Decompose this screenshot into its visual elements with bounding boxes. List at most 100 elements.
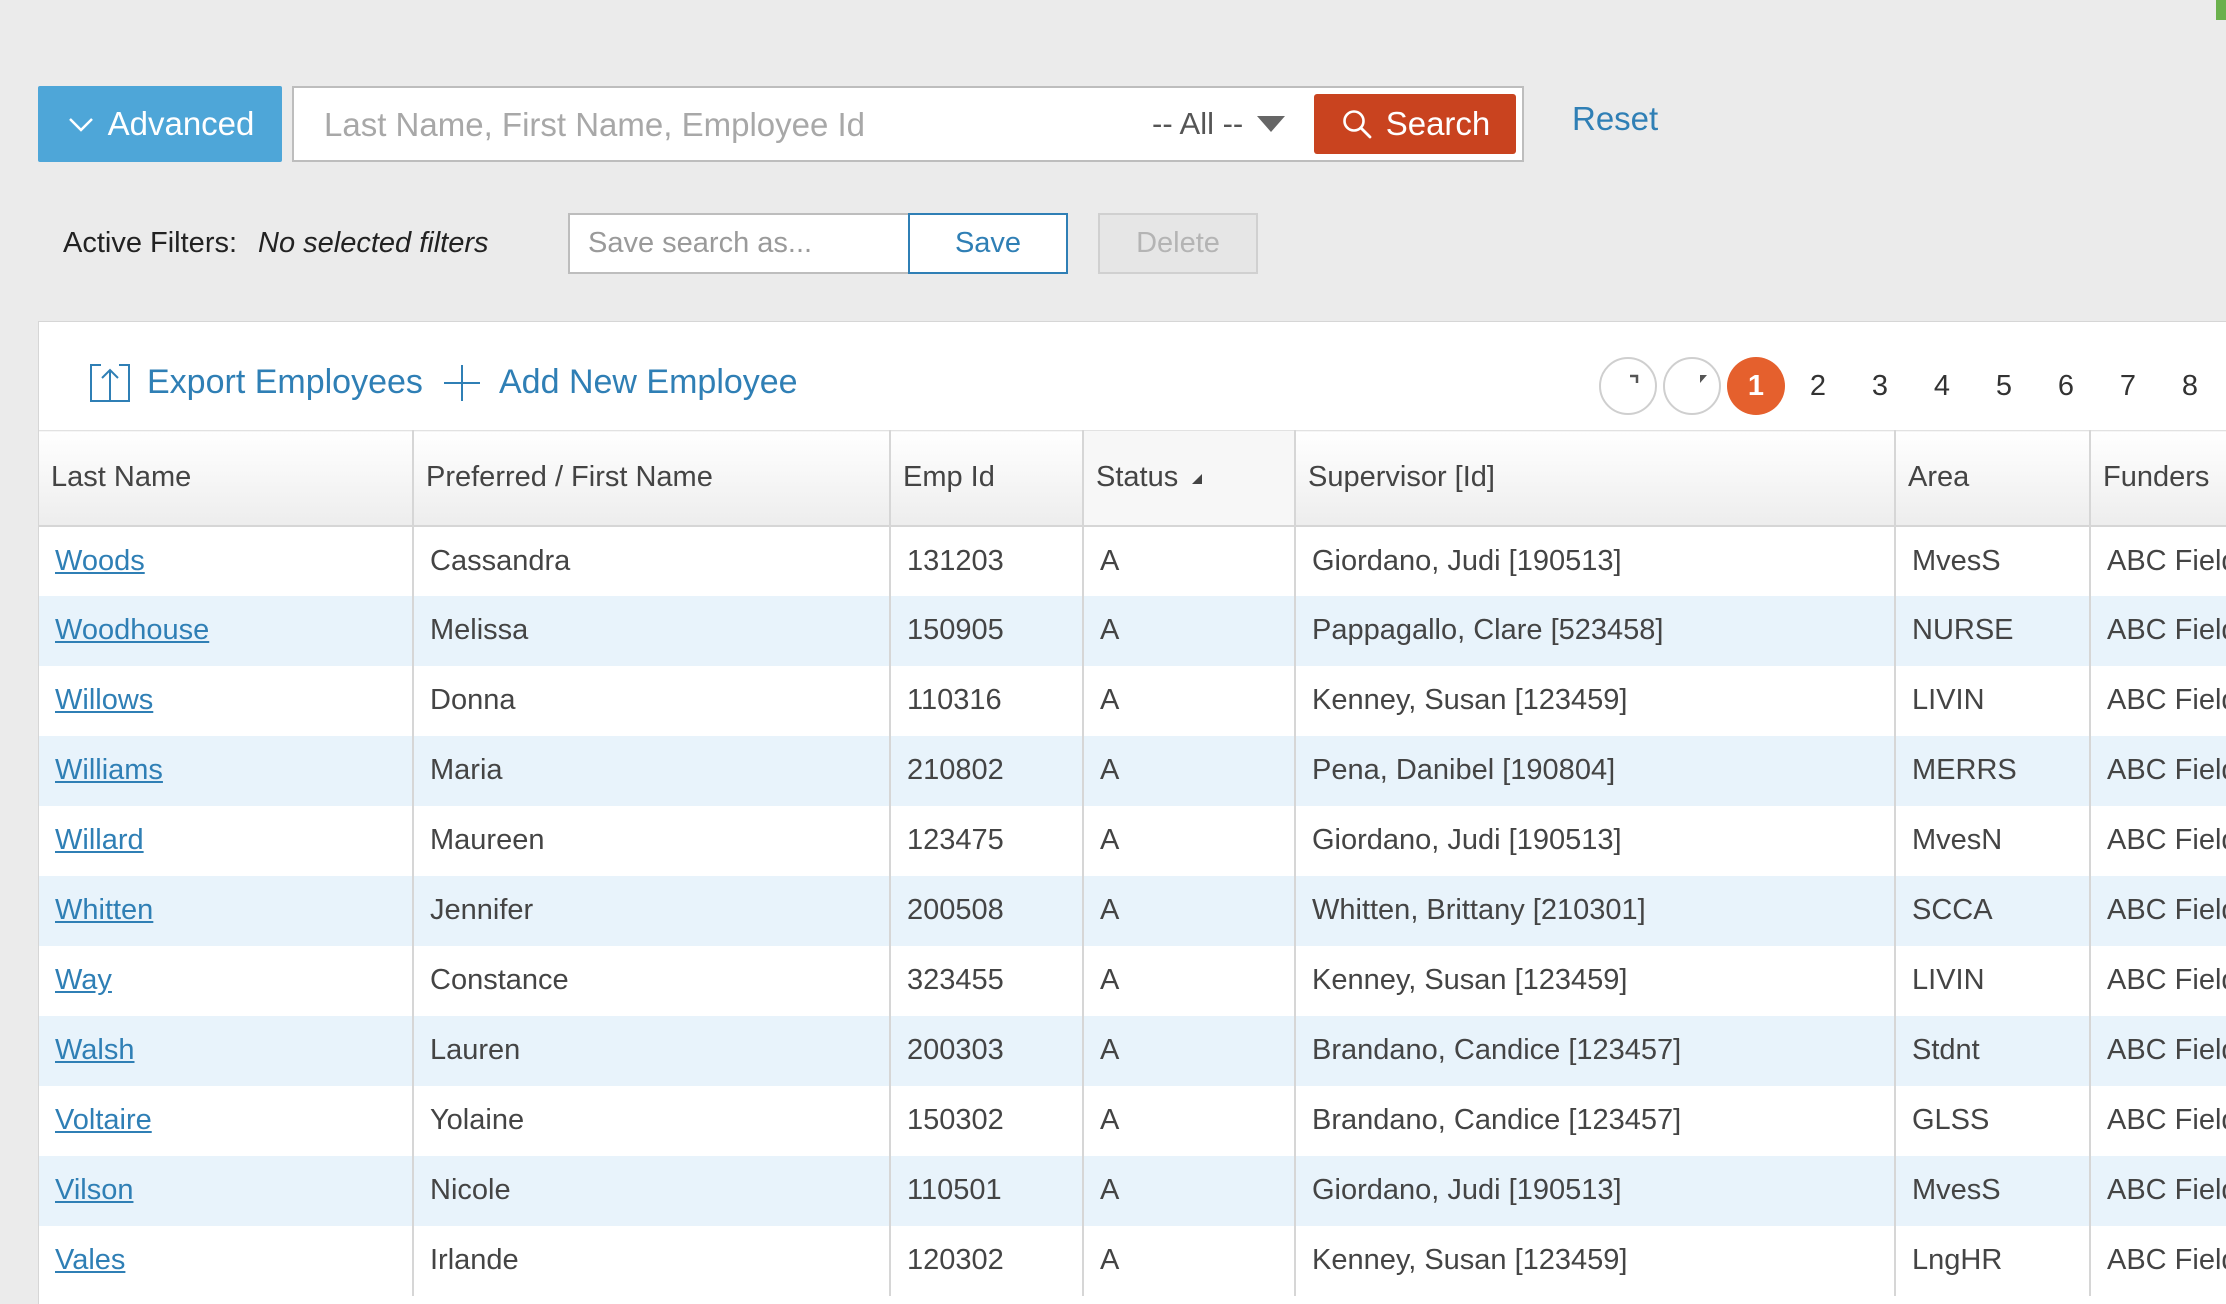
emp-id-cell: 323455: [890, 945, 1084, 1016]
column-header-status[interactable]: Status: [1083, 430, 1296, 527]
active-filters-label: Active Filters:: [63, 227, 238, 259]
page-4[interactable]: 4: [1913, 357, 1971, 415]
page-6[interactable]: 6: [2037, 357, 2095, 415]
page-7[interactable]: 7: [2099, 357, 2157, 415]
last-name-link[interactable]: Voltaire: [55, 1104, 152, 1136]
scrollbar-thumb[interactable]: [2216, 0, 2226, 20]
column-header-area[interactable]: Area: [1895, 430, 2091, 527]
status-cell: A: [1083, 805, 1296, 876]
first-page-button[interactable]: [1599, 357, 1657, 415]
column-header-funders[interactable]: Funders: [2090, 430, 2226, 527]
export-employees-button[interactable]: Export Employees: [87, 352, 423, 412]
table-row[interactable]: Willows Donna 110316 A Kenney, Susan [123459…: [39, 665, 2226, 736]
page-1[interactable]: 1: [1727, 357, 1785, 415]
last-name-link[interactable]: Williams: [55, 754, 163, 786]
search-input[interactable]: [322, 98, 1146, 152]
advanced-button[interactable]: Advanced: [38, 86, 282, 162]
first-name-cell: Melissa: [413, 595, 891, 666]
first-page-icon: [1630, 374, 1639, 383]
table-cell: Walsh: [39, 1015, 414, 1086]
last-name-link[interactable]: Woodhouse: [55, 614, 209, 646]
first-name-cell: Nicole: [413, 1155, 891, 1226]
column-header-emp-id[interactable]: Emp Id: [890, 430, 1084, 527]
table-row[interactable]: Woods Cassandra 131203 A Giordano, Judi [190…: [39, 525, 2226, 596]
funders-cell: ABC Field: [2090, 595, 2226, 666]
search-button[interactable]: Search: [1314, 94, 1516, 154]
scope-select[interactable]: -- All --: [1152, 98, 1292, 150]
status-cell: A: [1083, 1085, 1296, 1156]
last-name-link[interactable]: Willard: [55, 824, 144, 856]
table-cell: Vales: [39, 1225, 414, 1296]
page-3[interactable]: 3: [1851, 357, 1909, 415]
table-cell: Vilson: [39, 1155, 414, 1226]
employee-search-page: Advanced -- All -- Search Reset Active F…: [0, 0, 2226, 1304]
employee-table: Last Name Preferred / First Name Emp Id …: [39, 430, 2226, 1296]
status-cell: A: [1083, 525, 1296, 596]
last-name-link[interactable]: Woods: [55, 545, 145, 577]
page-8[interactable]: 8: [2161, 357, 2219, 415]
supervisor-cell: Brandano, Candice [123457]: [1295, 1085, 1896, 1156]
table-row[interactable]: Willard Maureen 123475 A Giordano, Judi [190…: [39, 805, 2226, 876]
first-name-cell: Maria: [413, 735, 891, 806]
save-search-input[interactable]: [568, 213, 910, 274]
last-name-link[interactable]: Vilson: [55, 1174, 133, 1206]
add-new-employee-button[interactable]: Add New Employee: [439, 352, 798, 412]
supervisor-cell: Pena, Danibel [190804]: [1295, 735, 1896, 806]
last-name-link[interactable]: Walsh: [55, 1034, 135, 1066]
area-cell: GLSS: [1895, 1085, 2091, 1156]
table-header-row: Last Name Preferred / First Name Emp Id …: [39, 430, 2226, 527]
table-row[interactable]: Vilson Nicole 110501 A Giordano, Judi [19051…: [39, 1155, 2226, 1226]
reset-link[interactable]: Reset: [1572, 100, 1658, 138]
first-name-cell: Irlande: [413, 1225, 891, 1296]
column-header-first-name[interactable]: Preferred / First Name: [413, 430, 891, 527]
column-header-last-name[interactable]: Last Name: [39, 430, 414, 527]
search-button-label: Search: [1385, 105, 1491, 142]
supervisor-cell: Giordano, Judi [190513]: [1295, 525, 1896, 596]
table-cell: Willows: [39, 665, 414, 736]
funders-cell: ABC Field: [2090, 1015, 2226, 1086]
first-name-cell: Constance: [413, 945, 891, 1016]
caret-down-icon: [1257, 116, 1286, 132]
area-cell: MvesS: [1895, 1155, 2091, 1226]
emp-id-cell: 110316: [890, 665, 1084, 736]
page-2[interactable]: 2: [1789, 357, 1847, 415]
table-row[interactable]: Woodhouse Melissa 150905 A Pappagallo, Clare…: [39, 595, 2226, 666]
table-cell: Whitten: [39, 875, 414, 946]
chevron-down-icon: [68, 118, 93, 132]
previous-page-button[interactable]: [1663, 357, 1721, 415]
page-5[interactable]: 5: [1975, 357, 2033, 415]
table-row[interactable]: Vales Irlande 120302 A Kenney, Susan [123459…: [39, 1225, 2226, 1296]
active-filters-value: No selected filters: [258, 227, 489, 259]
table-row[interactable]: Way Constance 323455 A Kenney, Susan [123459…: [39, 945, 2226, 1016]
emp-id-cell: 200303: [890, 1015, 1084, 1086]
column-header-supervisor[interactable]: Supervisor [Id]: [1295, 430, 1896, 527]
last-name-link[interactable]: Way: [55, 964, 112, 996]
results-panel: Export Employees Add New Employee 1 2 3 …: [38, 321, 2226, 1304]
area-cell: MvesN: [1895, 805, 2091, 876]
previous-page-icon: [1700, 375, 1707, 383]
table-row[interactable]: Voltaire Yolaine 150302 A Brandano, Candice …: [39, 1085, 2226, 1156]
last-name-link[interactable]: Whitten: [55, 894, 153, 926]
funders-cell: ABC Field: [2090, 1155, 2226, 1226]
plus-icon: [444, 365, 480, 401]
supervisor-cell: Giordano, Judi [190513]: [1295, 805, 1896, 876]
pagination: 1 2 3 4 5 6 7 8: [1599, 356, 2223, 416]
table-cell: Woods: [39, 525, 414, 596]
export-employees-label: Export Employees: [147, 362, 423, 401]
table-row[interactable]: Williams Maria 210802 A Pena, Danibel [19080…: [39, 735, 2226, 806]
status-cell: A: [1083, 665, 1296, 736]
save-search-button[interactable]: Save: [908, 213, 1068, 274]
funders-cell: ABC Field: [2090, 805, 2226, 876]
area-cell: SCCA: [1895, 875, 2091, 946]
funders-cell: ABC Field: [2090, 875, 2226, 946]
supervisor-cell: Kenney, Susan [123459]: [1295, 665, 1896, 736]
table-row[interactable]: Whitten Jennifer 200508 A Whitten, Brittany …: [39, 875, 2226, 946]
status-cell: A: [1083, 735, 1296, 806]
table-cell: Willard: [39, 805, 414, 876]
supervisor-cell: Brandano, Candice [123457]: [1295, 1015, 1896, 1086]
funders-cell: ABC Field: [2090, 665, 2226, 736]
status-cell: A: [1083, 1225, 1296, 1296]
last-name-link[interactable]: Vales: [55, 1244, 125, 1276]
table-row[interactable]: Walsh Lauren 200303 A Brandano, Candice [123…: [39, 1015, 2226, 1086]
last-name-link[interactable]: Willows: [55, 684, 153, 716]
